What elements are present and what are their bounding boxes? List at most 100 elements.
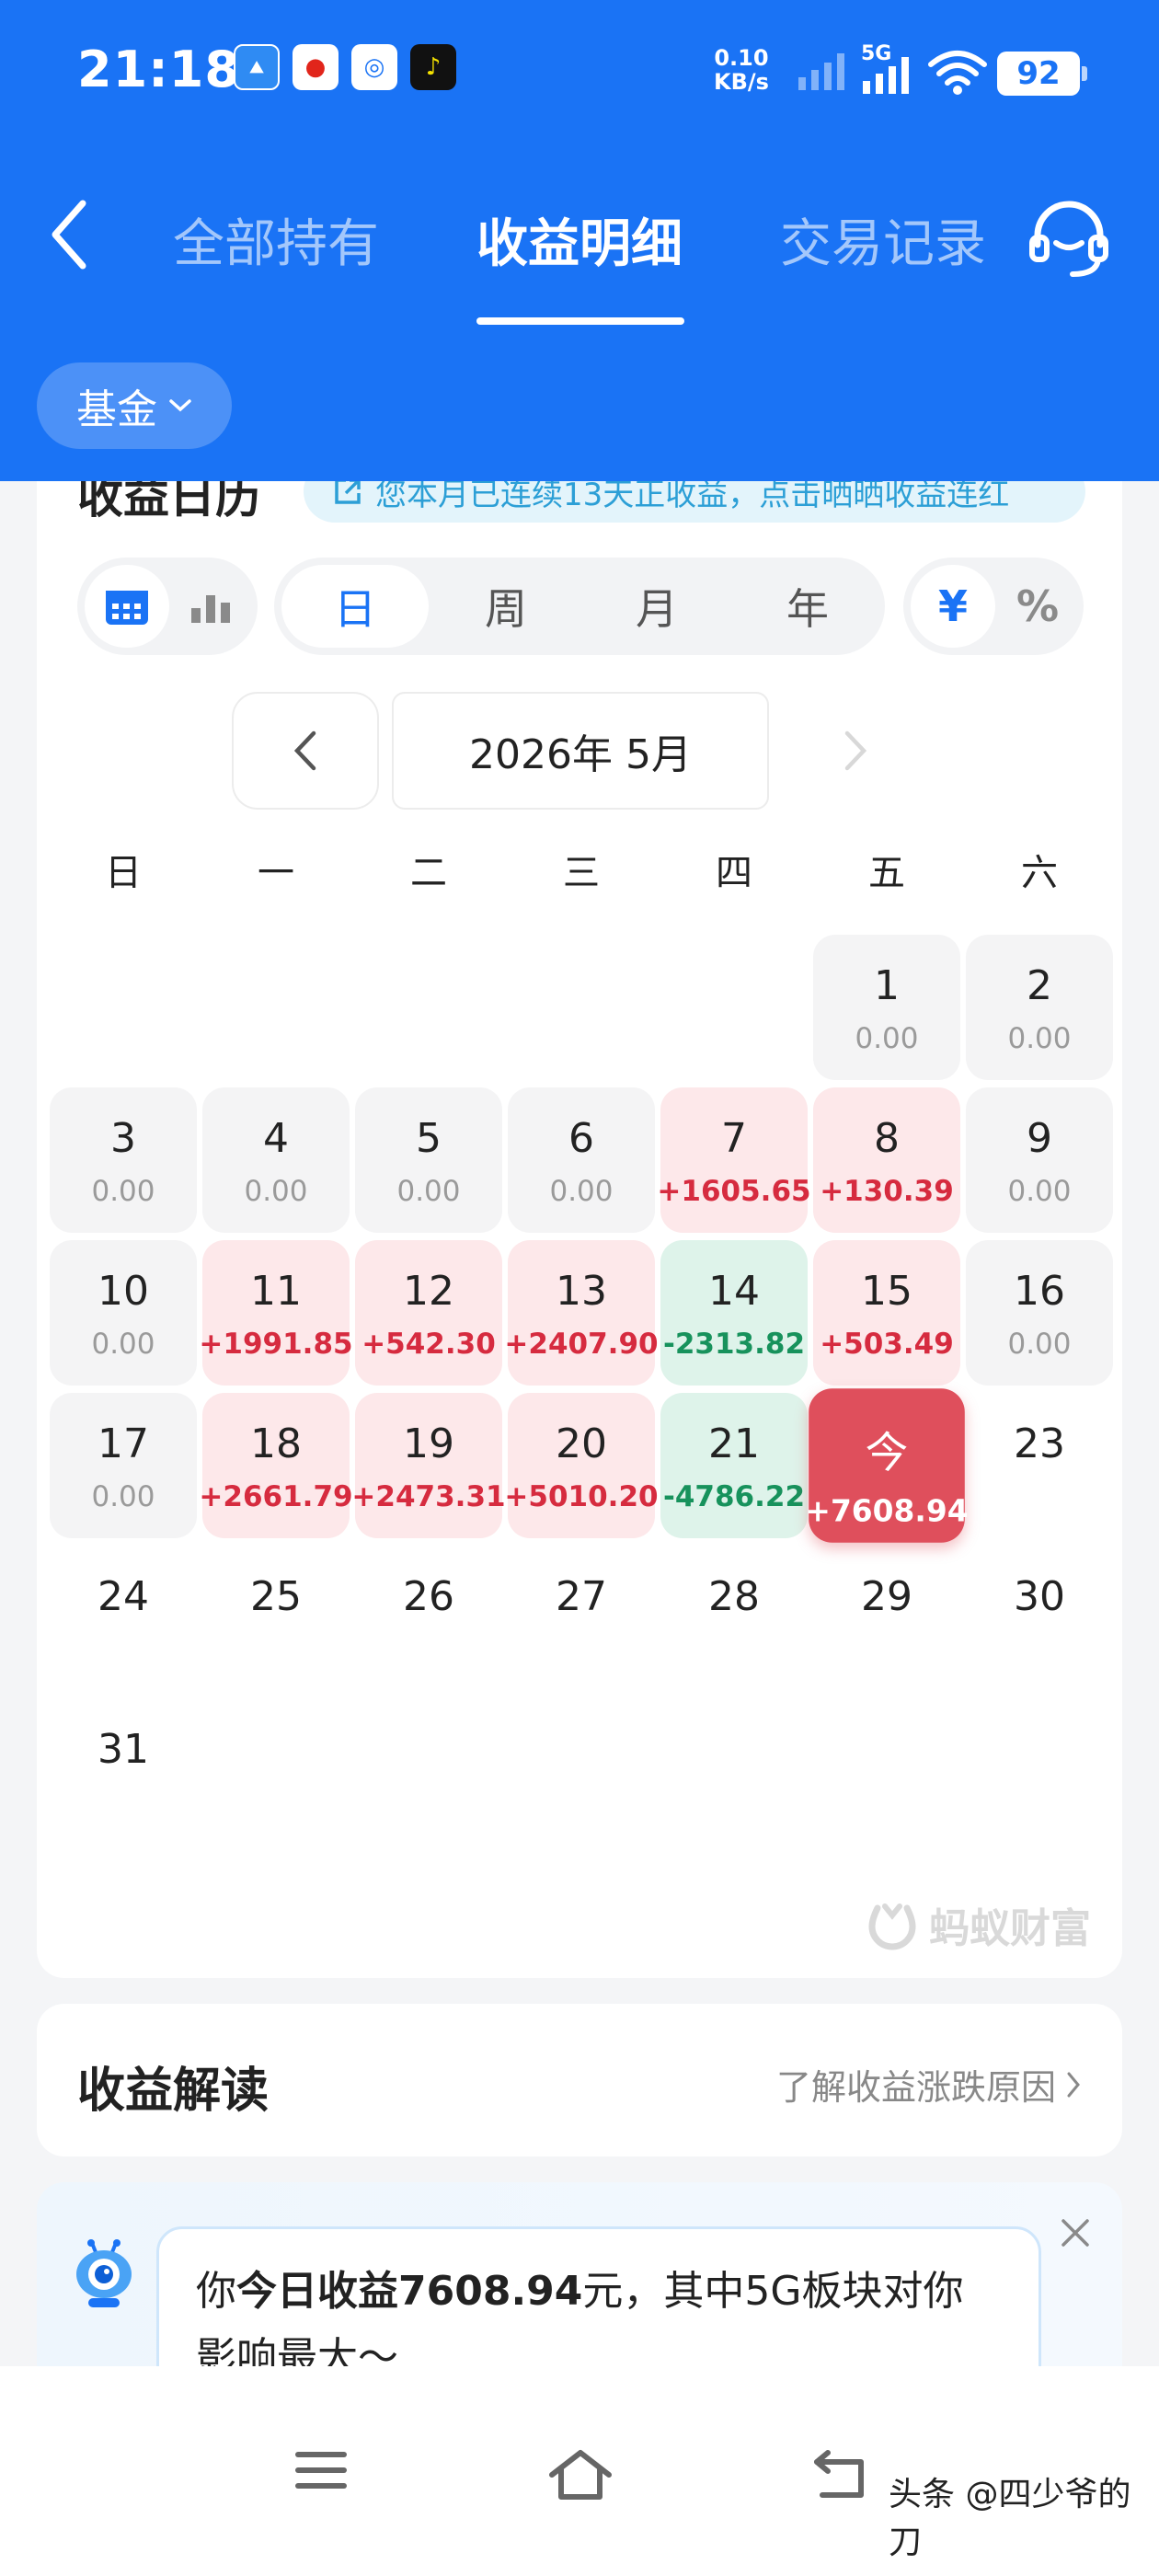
day-number: 29 xyxy=(861,1573,912,1620)
period-month[interactable]: 月 xyxy=(583,565,730,648)
day-number: 13 xyxy=(556,1268,607,1315)
day-number: 21 xyxy=(708,1420,760,1467)
day-earnings: +7608.94 xyxy=(805,1493,969,1529)
day-earnings: 0.00 xyxy=(244,1175,308,1208)
calendar-day[interactable]: 23 xyxy=(966,1393,1113,1538)
day-earnings: 0.00 xyxy=(855,1022,919,1055)
calendar-icon xyxy=(106,591,148,625)
day-number: 19 xyxy=(403,1420,454,1467)
system-navigation-bar: 头条 @四少爷的刀 xyxy=(0,2366,1159,2576)
calendar-day[interactable]: 25 xyxy=(202,1546,350,1691)
ant-fortune-logo-icon xyxy=(868,1903,916,1950)
earnings-interpretation-card[interactable]: 收益解读 了解收益涨跌原因 xyxy=(37,2004,1122,2156)
calendar-day[interactable]: 5 0.00 xyxy=(355,1087,502,1233)
calendar-day[interactable]: 14 -2313.82 xyxy=(660,1240,808,1386)
chevron-left-icon xyxy=(52,200,86,270)
calendar-day[interactable]: 20 +5010.20 xyxy=(504,1393,659,1538)
chart-view-button[interactable] xyxy=(169,565,254,648)
fund-filter-label: 基金 xyxy=(76,386,157,433)
calendar-day[interactable]: 19 +2473.31 xyxy=(351,1393,506,1538)
back-system-button[interactable] xyxy=(809,2449,866,2504)
day-earnings: +5010.20 xyxy=(504,1480,659,1513)
period-year[interactable]: 年 xyxy=(734,565,881,648)
weekday-sat: 六 xyxy=(1021,852,1058,894)
day-earnings: 0.00 xyxy=(91,1175,155,1208)
current-month-label[interactable]: 2026年 5月 xyxy=(392,692,769,810)
weekday-mon: 一 xyxy=(258,852,294,894)
calendar-day[interactable]: 28 xyxy=(660,1546,808,1691)
calendar-day[interactable]: 今 +7608.94 xyxy=(805,1388,969,1543)
prev-month-button[interactable] xyxy=(232,692,379,810)
day-earnings: 0.00 xyxy=(1007,1022,1072,1055)
calendar-day[interactable]: 2 0.00 xyxy=(966,935,1113,1080)
day-earnings: +2473.31 xyxy=(351,1480,506,1513)
customer-service-button[interactable] xyxy=(1025,195,1113,287)
close-tip-button[interactable] xyxy=(1060,2217,1091,2252)
calendar-day[interactable]: 9 0.00 xyxy=(966,1087,1113,1233)
day-number: 25 xyxy=(250,1573,302,1620)
active-tab-indicator xyxy=(476,317,684,325)
calendar-day[interactable]: 30 xyxy=(966,1546,1113,1691)
net-speed: 0.10 KB/s xyxy=(714,45,769,95)
calendar-day[interactable]: 13 +2407.90 xyxy=(504,1240,659,1386)
day-number: 27 xyxy=(556,1573,607,1620)
calendar-day[interactable]: 26 xyxy=(355,1546,502,1691)
calendar-day[interactable]: 3 0.00 xyxy=(50,1087,197,1233)
calendar-day[interactable]: 6 0.00 xyxy=(508,1087,655,1233)
status-bar: 21:18 ⛰ ● ◎ ♪ 0.10 KB/s 5G 92 xyxy=(0,37,1159,110)
app-header: 21:18 ⛰ ● ◎ ♪ 0.10 KB/s 5G 92 全部持有 收益明细 … xyxy=(0,0,1159,481)
calendar-day[interactable]: 1 0.00 xyxy=(813,935,960,1080)
unit-yuan-button[interactable]: ¥ xyxy=(911,565,995,648)
fund-filter-chip[interactable]: 基金 xyxy=(37,362,232,449)
day-earnings: +503.49 xyxy=(820,1328,954,1361)
tab-earnings-detail[interactable]: 收益明细 xyxy=(476,202,683,277)
next-month-button[interactable] xyxy=(782,692,929,810)
day-number: 今 xyxy=(865,1428,909,1478)
calendar-day[interactable]: 29 xyxy=(813,1546,960,1691)
calendar-day[interactable]: 17 0.00 xyxy=(50,1393,197,1538)
ant-fortune-text: 蚂蚁财富 xyxy=(929,1905,1091,1952)
interpretation-link[interactable]: 了解收益涨跌原因 xyxy=(776,2059,1082,2110)
day-number: 30 xyxy=(1014,1573,1065,1620)
interpretation-link-text: 了解收益涨跌原因 xyxy=(775,2067,1056,2108)
day-earnings: +542.30 xyxy=(361,1328,496,1361)
period-week[interactable]: 周 xyxy=(432,565,580,648)
calendar-day[interactable]: 27 xyxy=(508,1546,655,1691)
unit-percent-button[interactable]: % xyxy=(995,565,1080,648)
calendar-day[interactable]: 21 -4786.22 xyxy=(660,1393,808,1538)
signal-weak-icon xyxy=(798,53,844,90)
calendar-day[interactable]: 11 +1991.85 xyxy=(199,1240,353,1386)
day-earnings: 0.00 xyxy=(1007,1328,1072,1361)
browser-app-icon: ◎ xyxy=(351,44,397,90)
day-number: 8 xyxy=(874,1115,900,1162)
chevron-right-icon xyxy=(1067,2072,1080,2097)
tab-transaction-records[interactable]: 交易记录 xyxy=(780,202,986,277)
calendar-day[interactable]: 31 xyxy=(50,1698,197,1844)
calendar-view-button[interactable] xyxy=(85,565,169,648)
back-button[interactable] xyxy=(46,193,110,276)
calendar-day[interactable]: 8 +130.39 xyxy=(813,1087,960,1233)
weekday-fri: 五 xyxy=(868,852,905,894)
period-day[interactable]: 日 xyxy=(281,565,429,648)
calendar-day[interactable]: 12 +542.30 xyxy=(355,1240,502,1386)
weekday-sun: 日 xyxy=(105,852,142,894)
return-icon xyxy=(814,2450,864,2498)
day-earnings: +1605.65 xyxy=(657,1175,811,1208)
calendar-day[interactable]: 10 0.00 xyxy=(50,1240,197,1386)
menu-button[interactable] xyxy=(294,2449,348,2495)
period-selector: 日 周 月 年 xyxy=(274,558,885,655)
weekday-tue: 二 xyxy=(410,852,447,894)
calendar-day[interactable]: 15 +503.49 xyxy=(813,1240,960,1386)
day-earnings: +2661.79 xyxy=(199,1480,353,1513)
home-button[interactable] xyxy=(548,2449,613,2504)
calendar-day[interactable]: 7 +1605.65 xyxy=(657,1087,811,1233)
calendar-day[interactable]: 4 0.00 xyxy=(202,1087,350,1233)
calendar-day[interactable]: 24 xyxy=(50,1546,197,1691)
tab-all-holdings[interactable]: 全部持有 xyxy=(173,202,379,277)
calendar-day[interactable]: 18 +2661.79 xyxy=(199,1393,353,1538)
status-time: 21:18 xyxy=(77,40,240,98)
day-earnings: -2313.82 xyxy=(662,1328,806,1361)
day-number: 1 xyxy=(874,962,900,1009)
calendar-day[interactable]: 16 0.00 xyxy=(966,1240,1113,1386)
ant-fortune-brand: 蚂蚁财富 xyxy=(865,1895,1091,1954)
